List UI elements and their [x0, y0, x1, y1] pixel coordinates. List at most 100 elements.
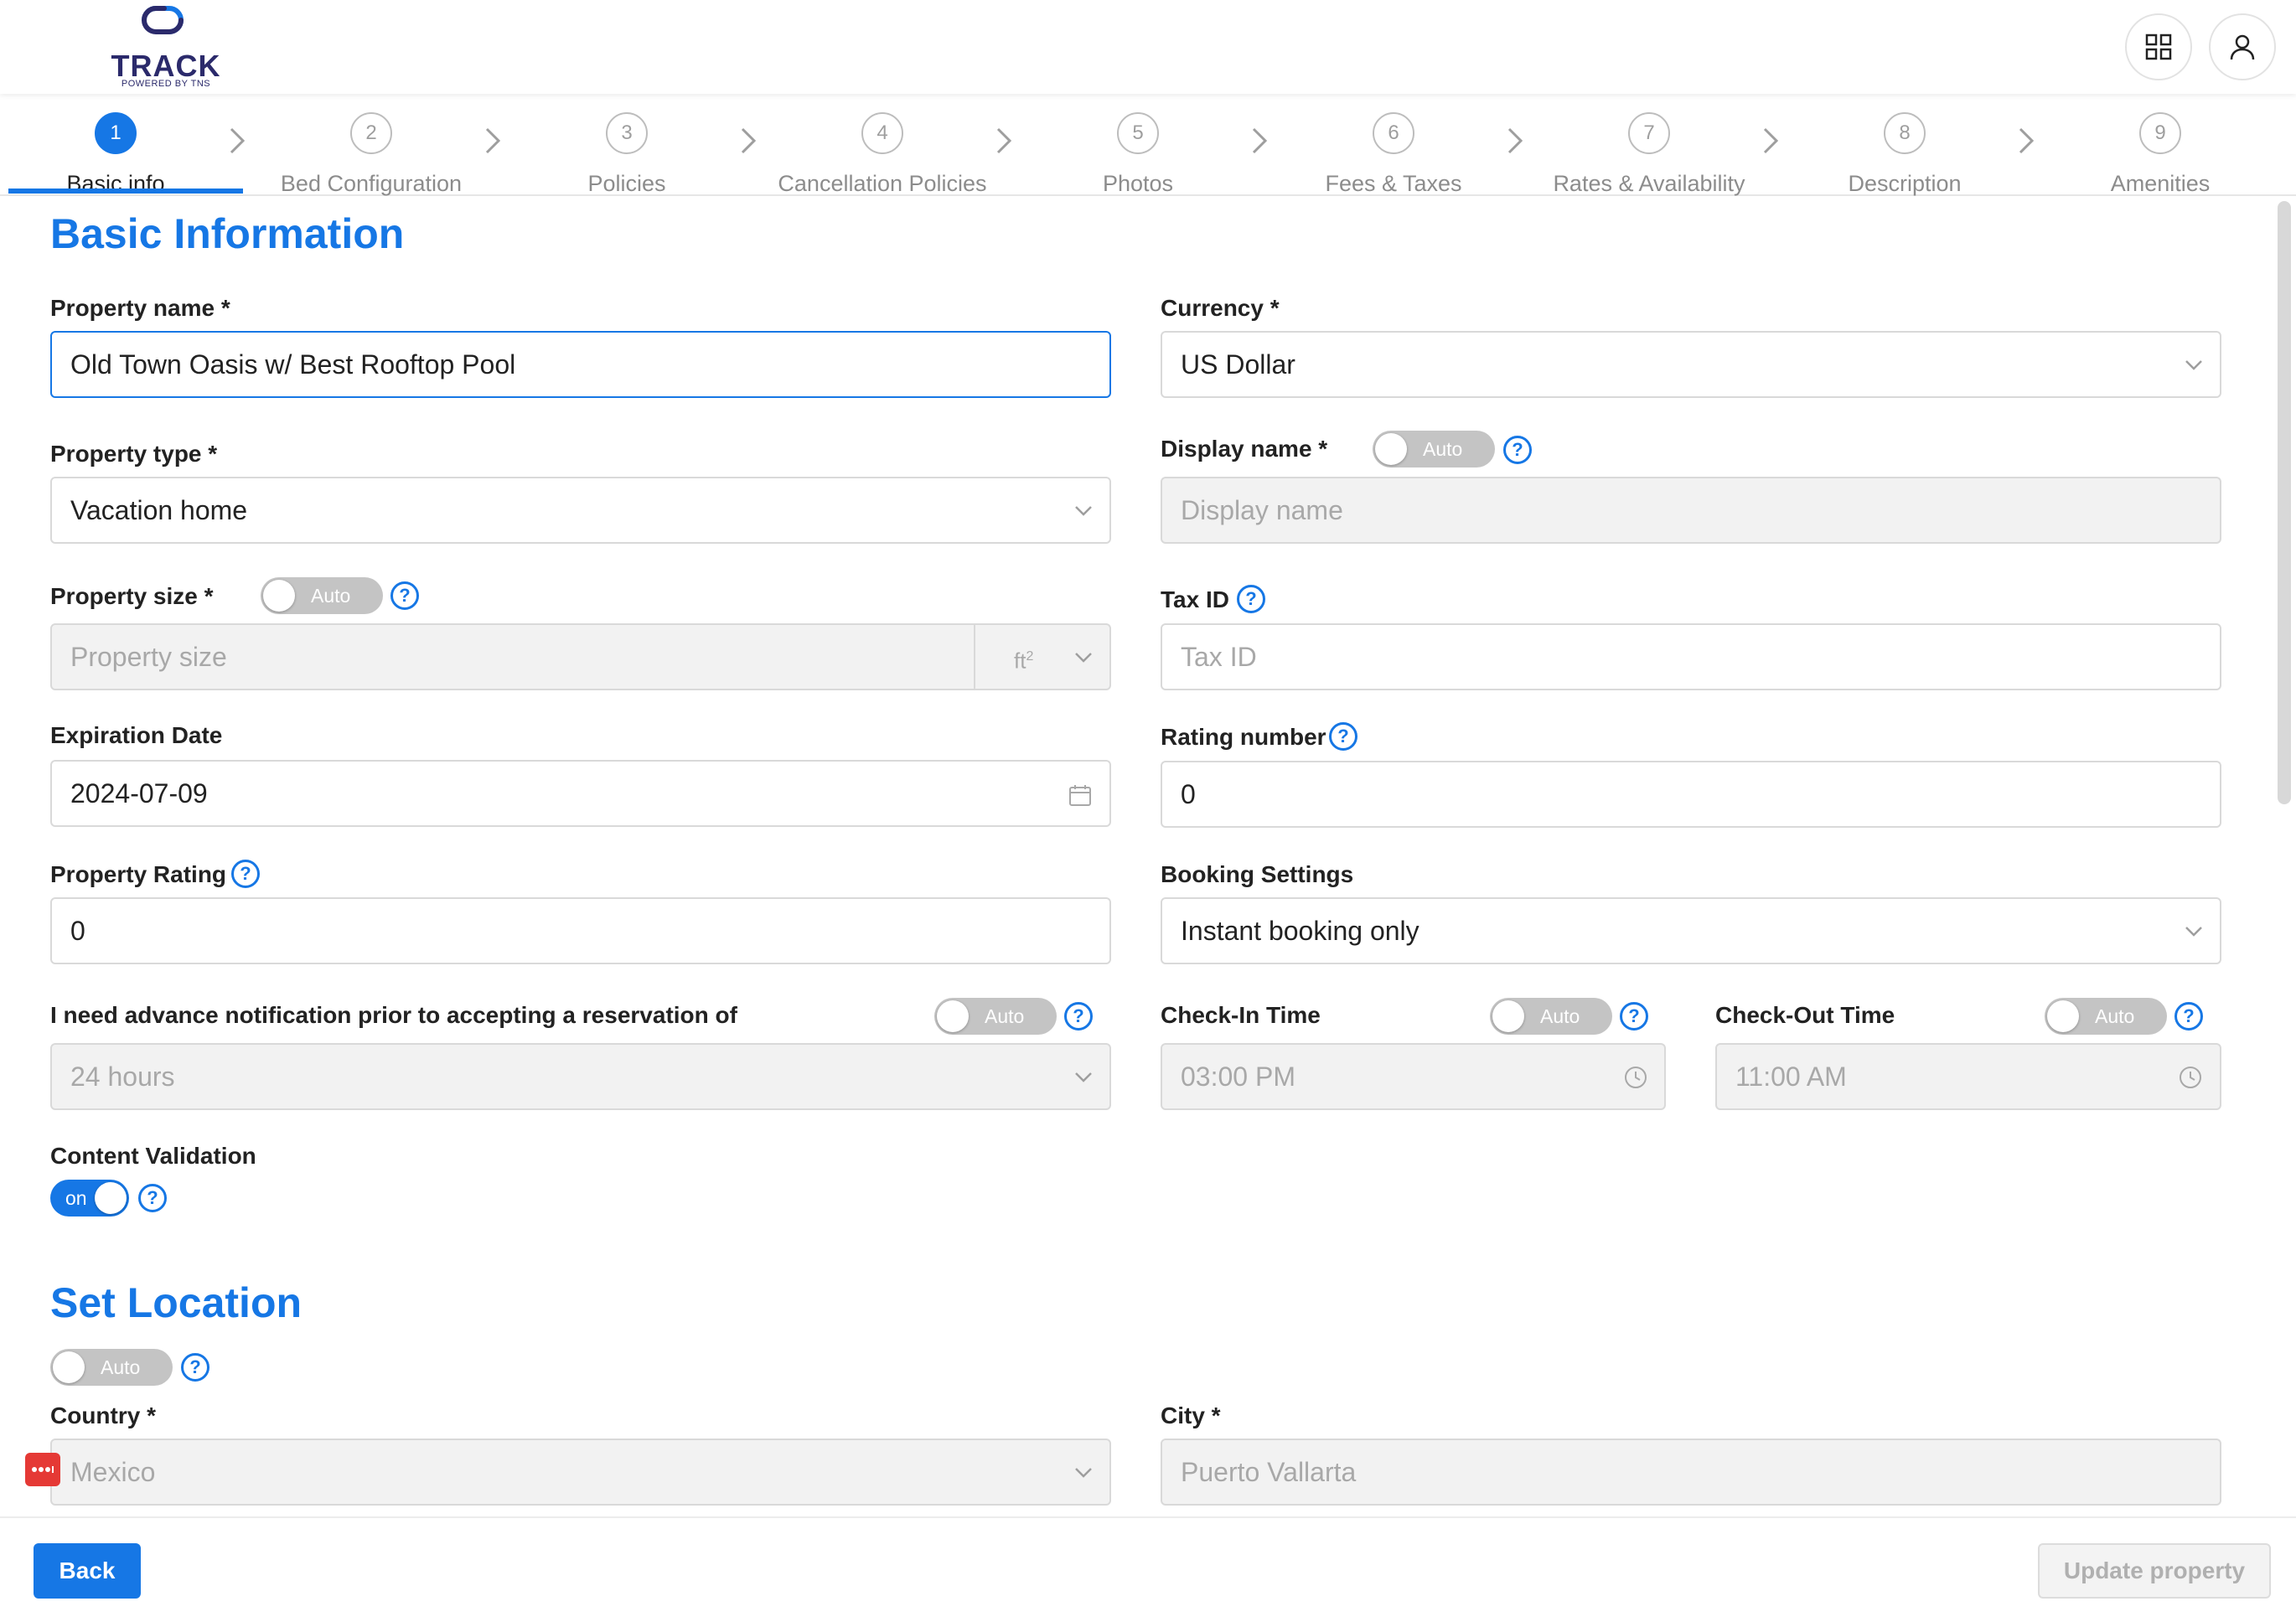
check-out-time-input[interactable]: 11:00 AM	[1715, 1043, 2221, 1110]
clock-icon	[2180, 1067, 2201, 1088]
toggle-knob	[53, 1351, 85, 1383]
form-footer: Back Update property	[0, 1516, 2296, 1622]
step-number: 9	[2139, 112, 2181, 154]
city-label: City *	[1161, 1402, 1221, 1428]
check-out-label: Check-Out Time	[1715, 1002, 1895, 1028]
step-policies[interactable]: 3 Policies	[501, 112, 752, 196]
step-number: 5	[1117, 112, 1159, 154]
advance-notice-select[interactable]: 24 hours	[50, 1043, 1111, 1110]
currency-select[interactable]: US Dollar	[1161, 331, 2221, 398]
help-icon[interactable]: ?	[1237, 585, 1265, 613]
expiration-date-label: Expiration Date	[50, 722, 223, 748]
user-menu-button[interactable]	[2209, 13, 2276, 80]
help-icon[interactable]: ?	[1064, 1002, 1093, 1031]
step-rates-availability[interactable]: 7 Rates & Availability	[1523, 112, 1775, 196]
tax-id-input[interactable]: Tax ID	[1161, 623, 2221, 690]
step-description[interactable]: 8 Description	[1779, 112, 2030, 196]
content-scrollbar[interactable]	[2278, 201, 2291, 804]
property-type-label: Property type *	[50, 441, 218, 467]
toggle-label: Auto	[1423, 438, 1463, 460]
rating-number-input[interactable]: 0	[1161, 761, 2221, 828]
help-icon[interactable]: ?	[2174, 1002, 2203, 1031]
more-options-icon[interactable]	[25, 1453, 60, 1486]
step-label: Cancellation Policies	[778, 171, 987, 196]
track-logo[interactable]: TRACK POWERED BY TNS	[107, 0, 225, 90]
display-name-auto-toggle[interactable]: Auto	[1373, 431, 1495, 467]
property-size-placeholder: Property size	[70, 642, 227, 672]
help-icon[interactable]: ?	[390, 581, 419, 610]
property-type-select[interactable]: Vacation home	[50, 477, 1111, 544]
step-basic-info[interactable]: 1 Basic info	[0, 112, 241, 196]
check-in-value: 03:00 PM	[1181, 1062, 1295, 1092]
booking-settings-label: Booking Settings	[1161, 861, 1354, 887]
step-amenities[interactable]: 9 Amenities	[2035, 112, 2286, 196]
country-value: Mexico	[70, 1457, 156, 1487]
display-name-input[interactable]: Display name	[1161, 477, 2221, 544]
back-button[interactable]: Back	[34, 1543, 141, 1599]
location-auto-toggle[interactable]: Auto	[50, 1349, 173, 1386]
step-photos[interactable]: 5 Photos	[1012, 112, 1264, 196]
country-label: Country *	[50, 1402, 156, 1428]
step-number: 4	[861, 112, 903, 154]
help-icon[interactable]: ?	[138, 1184, 167, 1212]
apps-menu-button[interactable]	[2125, 13, 2192, 80]
content-validation-toggle[interactable]: on	[50, 1180, 129, 1216]
advance-notice-label: I need advance notification prior to acc…	[50, 1002, 737, 1028]
property-name-input[interactable]: Old Town Oasis w/ Best Rooftop Pool	[50, 331, 1111, 398]
city-input[interactable]: Puerto Vallarta	[1161, 1439, 2221, 1506]
chevron-down-icon	[2185, 360, 2202, 370]
active-step-indicator	[8, 189, 243, 194]
step-label: Fees & Taxes	[1325, 171, 1462, 196]
step-cancellation-policies[interactable]: 4 Cancellation Policies	[757, 112, 1008, 196]
rating-number-label: Rating number	[1161, 724, 1326, 750]
help-icon[interactable]: ?	[181, 1353, 209, 1382]
help-icon[interactable]: ?	[231, 860, 260, 888]
step-label: Policies	[587, 171, 666, 196]
country-select[interactable]: Mexico	[50, 1439, 1111, 1506]
tax-id-label: Tax ID	[1161, 586, 1229, 612]
toggle-label: Auto	[1540, 1005, 1580, 1027]
step-number: 3	[606, 112, 648, 154]
check-in-time-input[interactable]: 03:00 PM	[1161, 1043, 1666, 1110]
top-header: TRACK POWERED BY TNS	[0, 0, 2296, 94]
currency-value: US Dollar	[1181, 349, 1295, 380]
step-bed-configuration[interactable]: 2 Bed Configuration	[246, 112, 497, 196]
expiration-date-input[interactable]: 2024-07-09	[50, 760, 1111, 827]
help-icon[interactable]: ?	[1620, 1002, 1648, 1031]
content-validation-label: Content Validation	[50, 1143, 256, 1169]
unit-select[interactable]: ft2	[1014, 625, 1034, 689]
chevron-down-icon	[1075, 506, 1092, 516]
property-size-input[interactable]: Property size ft2	[50, 623, 1111, 690]
step-label: Amenities	[2110, 171, 2211, 196]
property-size-auto-toggle[interactable]: Auto	[261, 577, 383, 614]
step-label: Rates & Availability	[1553, 171, 1745, 196]
help-icon[interactable]: ?	[1503, 436, 1532, 464]
advance-notice-auto-toggle[interactable]: Auto	[934, 998, 1057, 1035]
user-icon	[2230, 34, 2255, 60]
toggle-knob	[1492, 1000, 1524, 1032]
logo-mark-icon	[142, 6, 184, 34]
unit-superscript: 2	[1026, 649, 1034, 664]
step-label: Photos	[1102, 171, 1174, 196]
step-label: Description	[1848, 171, 1962, 196]
toggle-knob	[263, 580, 295, 612]
property-rating-input[interactable]: 0	[50, 897, 1111, 964]
step-number: 1	[95, 112, 137, 154]
help-icon[interactable]: ?	[1329, 722, 1357, 751]
update-property-button[interactable]: Update property	[2038, 1543, 2271, 1599]
chevron-down-icon	[2185, 927, 2202, 937]
check-in-auto-toggle[interactable]: Auto	[1490, 998, 1612, 1035]
advance-notice-value: 24 hours	[70, 1062, 175, 1092]
dots-glyph	[32, 1466, 54, 1473]
property-size-label: Property size *	[50, 583, 214, 609]
booking-settings-select[interactable]: Instant booking only	[1161, 897, 2221, 964]
tax-id-placeholder: Tax ID	[1181, 642, 1257, 672]
logo-subtext: POWERED BY TNS	[121, 79, 211, 89]
calendar-icon[interactable]	[1066, 782, 1094, 810]
toggle-knob	[937, 1000, 969, 1032]
clock-icon	[1625, 1067, 1647, 1088]
grid-icon	[2145, 34, 2172, 60]
step-fees-taxes[interactable]: 6 Fees & Taxes	[1268, 112, 1519, 196]
check-out-auto-toggle[interactable]: Auto	[2045, 998, 2167, 1035]
display-name-label: Display name *	[1161, 436, 1328, 462]
